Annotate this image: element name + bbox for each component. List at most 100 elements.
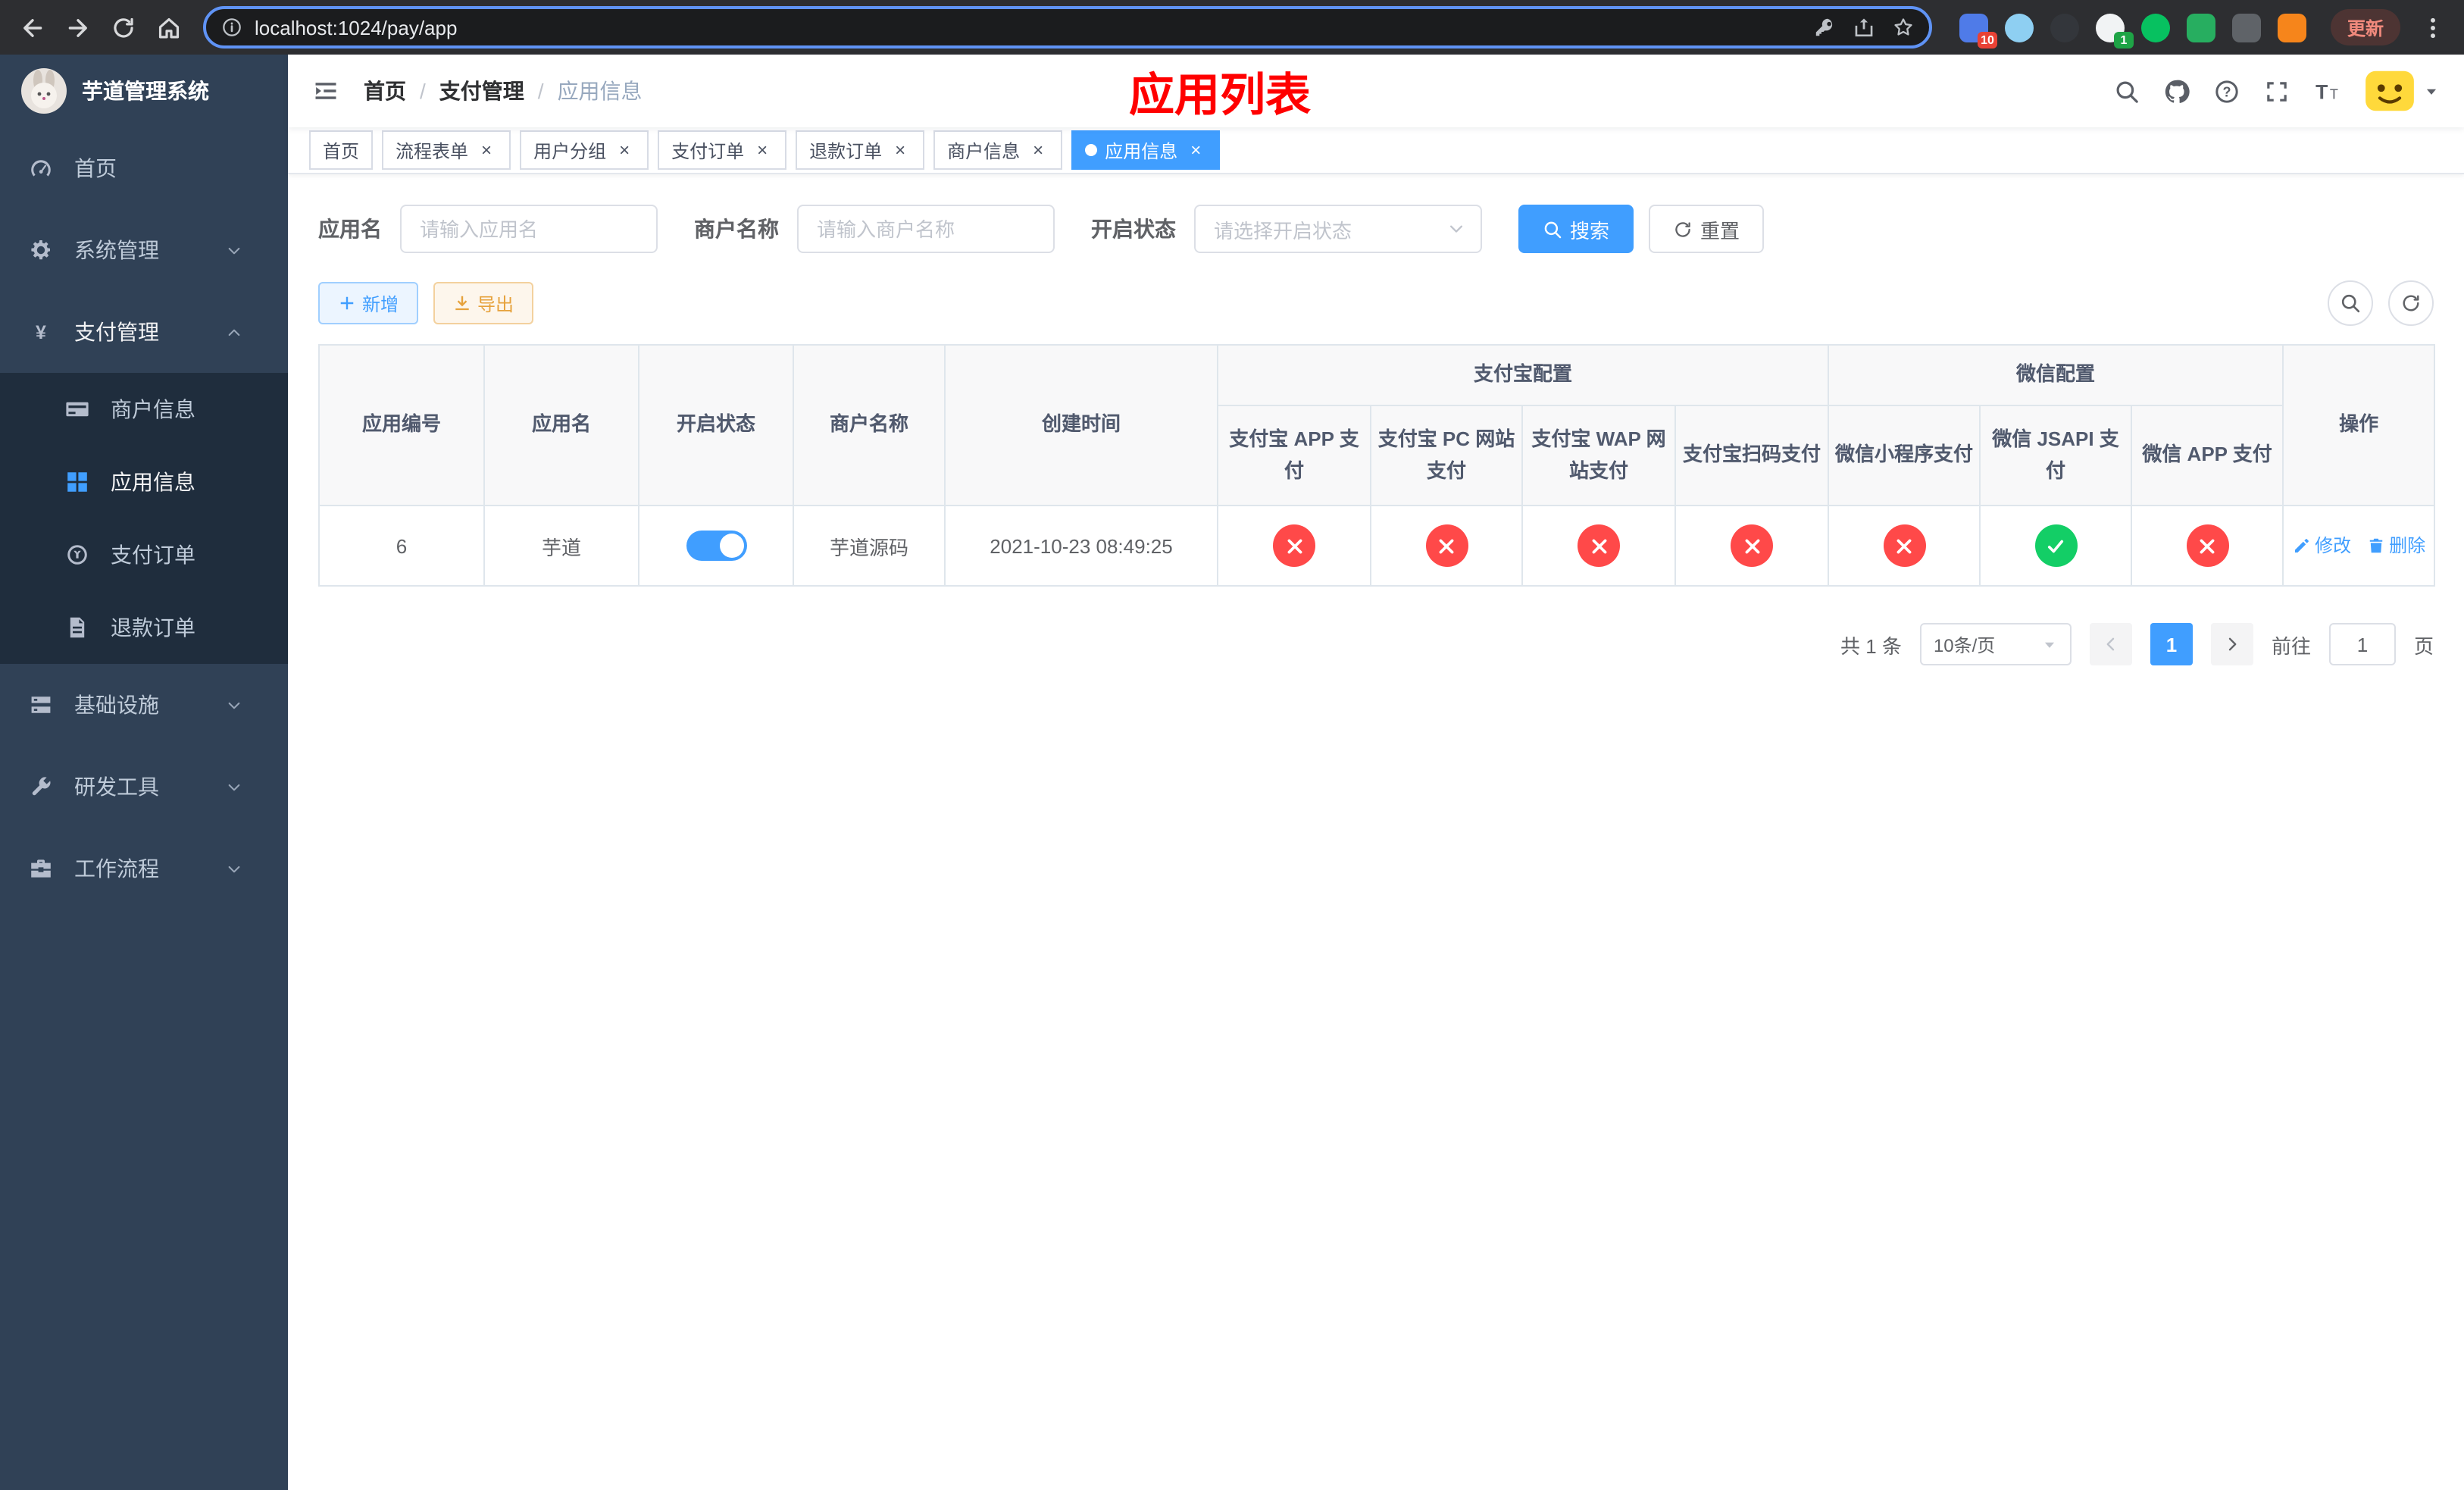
extension-icon[interactable] [2186,13,2215,42]
sidebar-item[interactable]: 研发工具 [0,746,288,828]
delete-button[interactable]: 删除 [2366,533,2425,559]
bookmark-star-icon[interactable] [1893,17,1914,38]
avatar-image [2364,68,2416,114]
toggle-search-button[interactable] [2328,280,2373,326]
cell-merchant: 芋道源码 [793,505,946,587]
status-toggle[interactable] [686,531,746,561]
extension-icon[interactable] [2050,13,2079,42]
browser-update-button[interactable]: 更新 [2330,9,2400,45]
edit-button[interactable]: 修改 [2292,533,2351,559]
extension-icon[interactable] [2231,13,2261,42]
extension-icon[interactable] [2277,13,2306,42]
reload-icon [110,14,136,40]
disabled-cross-icon [2186,524,2229,567]
browser-reload-button[interactable] [100,5,145,50]
tab-item[interactable]: 用户分组 × [520,130,649,170]
tab-close-icon[interactable]: × [1027,139,1049,161]
user-avatar[interactable] [2364,68,2440,114]
sidebar-subitem[interactable]: 商户信息 [0,373,288,446]
goto-page-input[interactable] [2328,623,2396,665]
content: 应用名 商户名称 开启状态 请选择开启状态 搜索 重置 [288,174,2464,1490]
export-button[interactable]: 导出 [433,282,534,324]
extension-icon[interactable] [2004,13,2034,42]
tool-icon [27,775,55,799]
browser-forward-button[interactable] [55,5,100,50]
next-page-button[interactable] [2210,623,2253,665]
browser-toolbar: localhost:1024/pay/app 10 1 更新 [0,0,2464,55]
app-name-input[interactable] [400,205,658,253]
tab-close-icon[interactable]: × [614,139,635,161]
help-icon[interactable]: ? [2214,78,2240,104]
disabled-cross-icon [1273,524,1315,567]
reset-button[interactable]: 重置 [1649,205,1765,253]
cell-channel [1828,505,1981,587]
cell-app-name: 芋道 [483,505,639,587]
sidebar-menu: 首页 系统管理 ¥ 支付管理 商户信息 应用信息 支付订单 退款订单 基础设施 研发工具 工作流程 [0,127,288,909]
tab-item[interactable]: 流程表单 × [382,130,511,170]
column-header: 应用编号 [318,344,485,506]
column-header: 支付宝 PC 网站支付 [1370,405,1523,506]
extension-icon[interactable] [2140,13,2170,42]
chevron-right-icon [2223,635,2241,653]
refresh-table-button[interactable] [2388,280,2434,326]
fullscreen-icon[interactable] [2264,78,2290,104]
cell-channel [1370,505,1523,587]
sidebar-subitem[interactable]: 应用信息 [0,446,288,518]
tab-close-icon[interactable]: × [890,139,911,161]
breadcrumb-separator: / [537,79,544,103]
status-select[interactable]: 请选择开启状态 [1194,205,1482,253]
page-number-button[interactable]: 1 [2150,623,2193,665]
search-icon[interactable] [2114,78,2140,104]
merchant-name-label: 商户名称 [694,217,779,241]
merchant-name-input[interactable] [797,205,1055,253]
tab-item[interactable]: 商户信息 × [933,130,1063,170]
sidebar-subitem[interactable]: 退款订单 [0,591,288,664]
page-size-select[interactable]: 10条/页 [1919,623,2072,665]
tab-item[interactable]: 应用信息 × [1071,130,1221,170]
sidebar-item[interactable]: 工作流程 [0,828,288,909]
tab-item[interactable]: 支付订单 × [658,130,787,170]
sidebar-item[interactable]: ¥ 支付管理 [0,291,288,373]
sidebar: 芋道管理系统 首页 系统管理 ¥ 支付管理 商户信息 应用信息 支付订单 退款订单 基础设施 研发… [0,55,288,1490]
extension-icon[interactable]: 1 [2095,13,2134,48]
chevron-down-icon [220,778,247,795]
github-icon[interactable] [2164,78,2190,104]
tab-close-icon[interactable]: × [476,139,497,161]
breadcrumb-separator: / [420,79,426,103]
tab-close-icon[interactable]: × [1185,139,1206,161]
cell-channel [1217,505,1371,587]
edit-icon [2292,537,2310,555]
search-button[interactable]: 搜索 [1518,205,1634,253]
hamburger-icon[interactable] [312,77,339,105]
refresh-icon [2400,293,2422,314]
tab-close-icon[interactable]: × [752,139,773,161]
browser-home-button[interactable] [145,5,191,50]
tab-item[interactable]: 首页 [309,130,374,170]
share-icon[interactable] [1853,17,1875,38]
add-button[interactable]: 新增 [318,282,419,324]
breadcrumb-item[interactable]: 支付管理 [439,76,524,106]
app-body: 芋道管理系统 首页 系统管理 ¥ 支付管理 商户信息 应用信息 支付订单 退款订单 基础设施 研发… [0,55,2464,1490]
sidebar-subitem[interactable]: 支付订单 [0,518,288,591]
font-size-icon[interactable]: TT [2314,78,2340,104]
extension-icon[interactable]: 10 [1959,13,1997,48]
breadcrumb-item: 应用信息 [557,79,643,103]
prev-page-button[interactable] [2089,623,2132,665]
sidebar-item[interactable]: 基础设施 [0,664,288,746]
sidebar-item[interactable]: 首页 [0,127,288,209]
url-bar[interactable]: localhost:1024/pay/app [203,6,1932,49]
browser-back-button[interactable] [9,5,55,50]
enabled-check-icon [2034,524,2078,567]
total-count: 共 1 条 [1840,634,1902,657]
browser-menu-button[interactable] [2409,5,2455,50]
tab-item[interactable]: 退款订单 × [796,130,925,170]
doc-icon [64,615,91,640]
sidebar-item[interactable]: 系统管理 [0,209,288,291]
app-logo-row[interactable]: 芋道管理系统 [0,55,288,127]
screen: localhost:1024/pay/app 10 1 更新 芋道管理系统 首页系… [0,0,2464,1490]
site-info-icon[interactable] [221,17,242,38]
password-key-icon[interactable] [1814,17,1835,38]
breadcrumb-item[interactable]: 首页 [364,76,406,106]
flow-icon [27,856,55,881]
cell-status [638,505,794,587]
